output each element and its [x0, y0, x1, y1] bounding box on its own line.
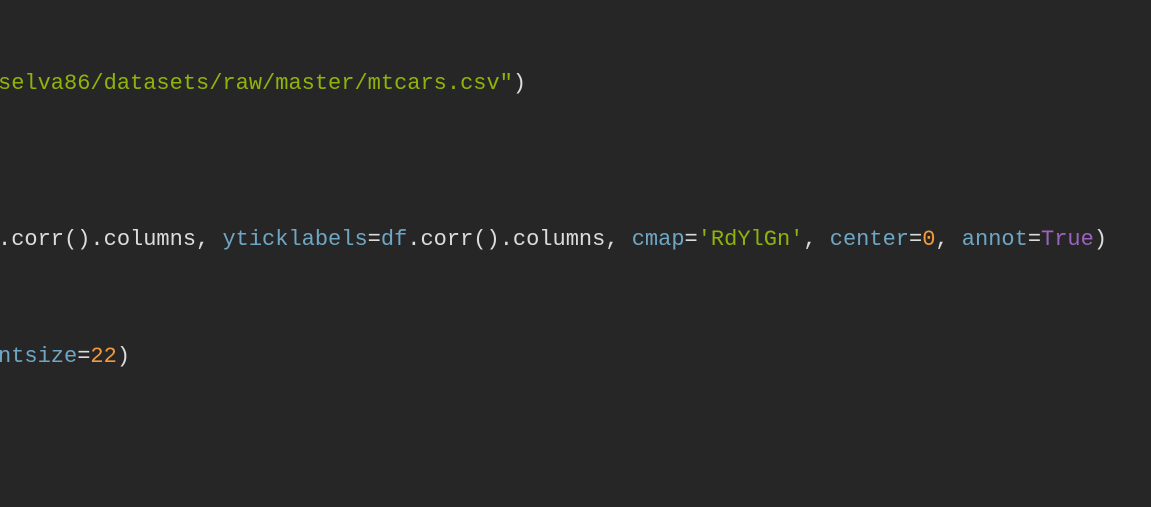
code-token-plain: .corr().columns, [407, 227, 632, 252]
code-token-number: 0 [922, 227, 936, 252]
code-token-plain: .corr().columns, [0, 227, 223, 252]
code-token-param: ntsize [0, 344, 78, 369]
code-token-keyword: True [1041, 227, 1094, 252]
code-token-param: yticklabels [222, 227, 368, 252]
code-token-plain: ) [512, 71, 527, 96]
code-token-plain: = [1027, 227, 1042, 252]
code-token-plain: = [908, 227, 923, 252]
code-token-plain: , [935, 227, 962, 252]
code-token-plain: = [77, 344, 91, 369]
code-line-3[interactable]: ntsize=22) [0, 337, 130, 376]
code-token-plain: , [803, 227, 830, 252]
code-token-number: 22 [90, 344, 117, 369]
code-token-param: annot [961, 227, 1028, 252]
code-token-param: center [829, 227, 909, 252]
code-token-plain: = [684, 227, 698, 252]
code-token-param: df [380, 227, 408, 252]
code-token-string: selva86/datasets/raw/master/mtcars.csv" [0, 71, 513, 96]
code-line-2[interactable]: .corr().columns, yticklabels=df.corr().c… [0, 220, 1107, 259]
code-token-plain: ) [116, 344, 131, 369]
code-token-param: cmap [631, 227, 685, 252]
code-token-plain: = [367, 227, 381, 252]
code-token-plain: ) [1093, 227, 1108, 252]
code-line-1[interactable]: selva86/datasets/raw/master/mtcars.csv") [0, 64, 526, 103]
code-token-string: 'RdYlGn' [697, 227, 804, 252]
